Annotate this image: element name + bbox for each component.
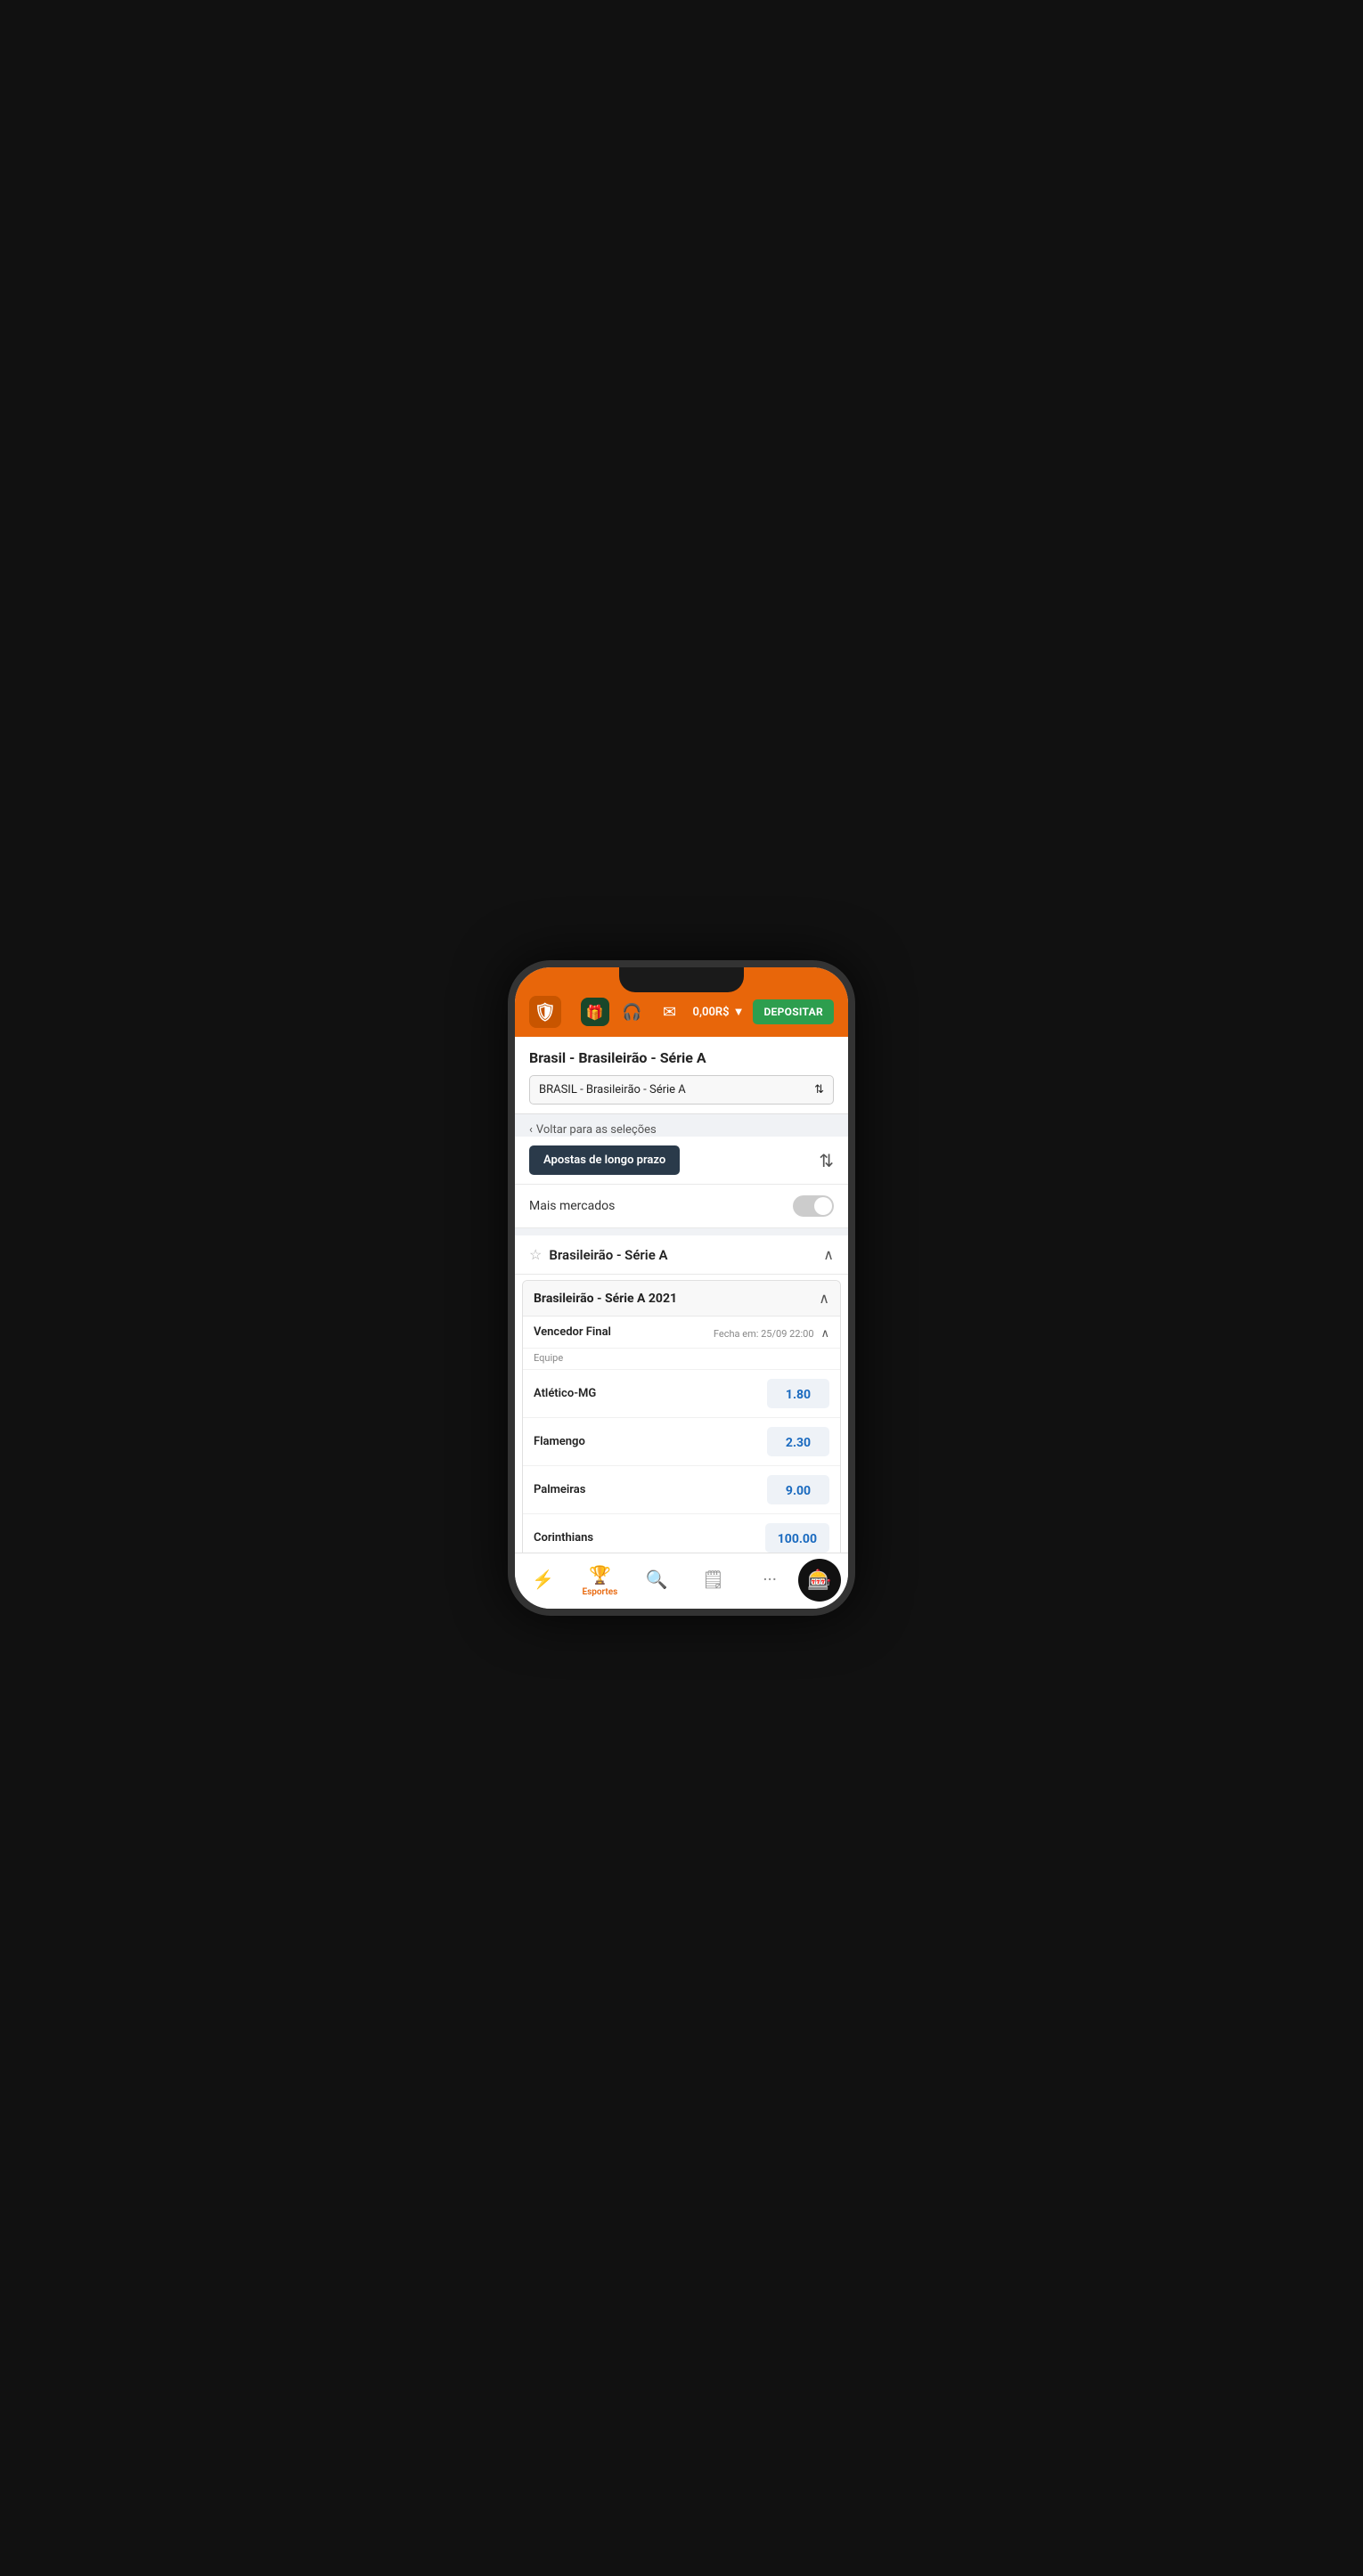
deposit-label: DEPOSITAR [763, 1006, 823, 1018]
nav-item-search[interactable]: 🔍 [628, 1565, 685, 1595]
back-label: Voltar para as seleções [536, 1123, 657, 1137]
card-title: Brasileirão - Série A 2021 [534, 1292, 677, 1306]
market-header-row: Vencedor Final Fecha em: 25/09 22:00 ∧ [523, 1317, 840, 1349]
chevron-left-icon: ‹ [529, 1123, 533, 1137]
team-bet-row[interactable]: Flamengo 2.30 [523, 1418, 840, 1466]
mais-mercados-section: Mais mercados [515, 1185, 848, 1228]
team-bet-row[interactable]: Palmeiras 9.00 [523, 1466, 840, 1514]
phone-shell: 🛡 🎁 🎧 ✉ 0,00R$ ▼ DEPOSITAR [508, 960, 855, 1616]
balance-arrow-icon: ▼ [733, 1005, 745, 1019]
market-subtitle: Equipe [523, 1349, 840, 1370]
phone-notch [619, 967, 744, 992]
app-logo[interactable]: 🛡 [529, 996, 561, 1028]
market-date-chevron-icon: ∧ [820, 1327, 829, 1341]
team-name-corinthians: Corinthians [534, 1531, 593, 1545]
deposit-button[interactable]: DEPOSITAR [753, 999, 834, 1024]
balance-value: 0,00R$ [693, 1006, 730, 1019]
back-link[interactable]: ‹ Voltar para as seleções [515, 1114, 848, 1137]
selector-arrows-icon: ⇅ [814, 1083, 824, 1096]
casino-fab-button[interactable]: 🎰 [798, 1559, 841, 1602]
bet-type-label: Apostas de longo prazo [543, 1153, 665, 1167]
bet-type-section: Apostas de longo prazo ⇅ [515, 1137, 848, 1185]
phone-screen: 🛡 🎁 🎧 ✉ 0,00R$ ▼ DEPOSITAR [515, 967, 848, 1609]
league-section: ☆ Brasileirão - Série A ∧ Brasileirão - … [515, 1235, 848, 1553]
nav-item-esportes[interactable]: 🏆 Esportes [572, 1561, 629, 1601]
nav-item-more[interactable]: ··· [741, 1565, 798, 1595]
balance-display[interactable]: 0,00R$ ▼ [693, 1005, 745, 1019]
star-icon[interactable]: ☆ [529, 1246, 542, 1263]
market-title: Vencedor Final [534, 1325, 611, 1339]
headset-button[interactable]: 🎧 [618, 998, 647, 1026]
odds-value-palmeiras: 9.00 [786, 1484, 811, 1498]
nav-item-betslip[interactable]: 🗒 [685, 1565, 742, 1595]
mais-mercados-toggle[interactable] [793, 1195, 834, 1217]
league-header[interactable]: ☆ Brasileirão - Série A ∧ [515, 1235, 848, 1275]
casino-icon: 🎰 [807, 1569, 831, 1592]
odds-value-flamengo: 2.30 [786, 1436, 811, 1450]
flash-icon: ⚡ [532, 1569, 554, 1590]
mais-mercados-label: Mais mercados [529, 1199, 615, 1213]
odds-button-corinthians[interactable]: 100.00 [765, 1523, 829, 1553]
main-content: Brasil - Brasileirão - Série A BRASIL - … [515, 1037, 848, 1553]
bottom-nav: ⚡ 🏆 Esportes 🔍 🗒 ··· 🎰 [515, 1553, 848, 1609]
gift-button[interactable]: 🎁 [581, 998, 609, 1026]
team-bet-row[interactable]: Corinthians 100.00 [523, 1514, 840, 1553]
league-selector-value: BRASIL - Brasileirão - Série A [539, 1083, 686, 1096]
page-title-section: Brasil - Brasileirão - Série A BRASIL - … [515, 1037, 848, 1114]
market-date-label: Fecha em: 25/09 22:00 [714, 1328, 814, 1340]
more-icon: ··· [763, 1569, 777, 1590]
league-chevron-icon: ∧ [823, 1246, 834, 1263]
odds-value-atletico: 1.80 [786, 1388, 811, 1402]
card-chevron-icon: ∧ [819, 1290, 829, 1307]
odds-button-atletico[interactable]: 1.80 [767, 1379, 829, 1408]
headset-icon: 🎧 [622, 1003, 641, 1022]
nav-label-esportes: Esportes [582, 1587, 617, 1597]
market-date-text: Fecha em: 25/09 22:00 ∧ [714, 1324, 829, 1341]
mail-button[interactable]: ✉ [656, 998, 684, 1026]
nav-item-flash[interactable]: ⚡ [515, 1565, 572, 1595]
team-name-atletico: Atlético-MG [534, 1387, 596, 1400]
betslip-icon: 🗒 [702, 1569, 724, 1590]
esportes-icon: 🏆 [589, 1564, 611, 1586]
logo-icon: 🛡 [534, 1001, 556, 1023]
team-bet-row[interactable]: Atlético-MG 1.80 [523, 1370, 840, 1418]
league-name: Brasileirão - Série A [549, 1247, 816, 1263]
bet-type-button[interactable]: Apostas de longo prazo [529, 1145, 680, 1175]
betting-card-header[interactable]: Brasileirão - Série A 2021 ∧ [523, 1281, 840, 1317]
betting-card: Brasileirão - Série A 2021 ∧ Vencedor Fi… [522, 1280, 841, 1553]
odds-button-palmeiras[interactable]: 9.00 [767, 1475, 829, 1504]
odds-button-flamengo[interactable]: 2.30 [767, 1427, 829, 1456]
team-name-palmeiras: Palmeiras [534, 1483, 585, 1496]
team-name-flamengo: Flamengo [534, 1435, 585, 1448]
gift-icon: 🎁 [586, 1004, 604, 1021]
odds-value-corinthians: 100.00 [778, 1532, 817, 1546]
mail-icon: ✉ [663, 1003, 676, 1022]
filter-icon[interactable]: ⇅ [819, 1150, 834, 1171]
league-selector[interactable]: BRASIL - Brasileirão - Série A ⇅ [529, 1075, 834, 1105]
search-icon: 🔍 [646, 1569, 668, 1590]
page-title: Brasil - Brasileirão - Série A [529, 1049, 834, 1066]
